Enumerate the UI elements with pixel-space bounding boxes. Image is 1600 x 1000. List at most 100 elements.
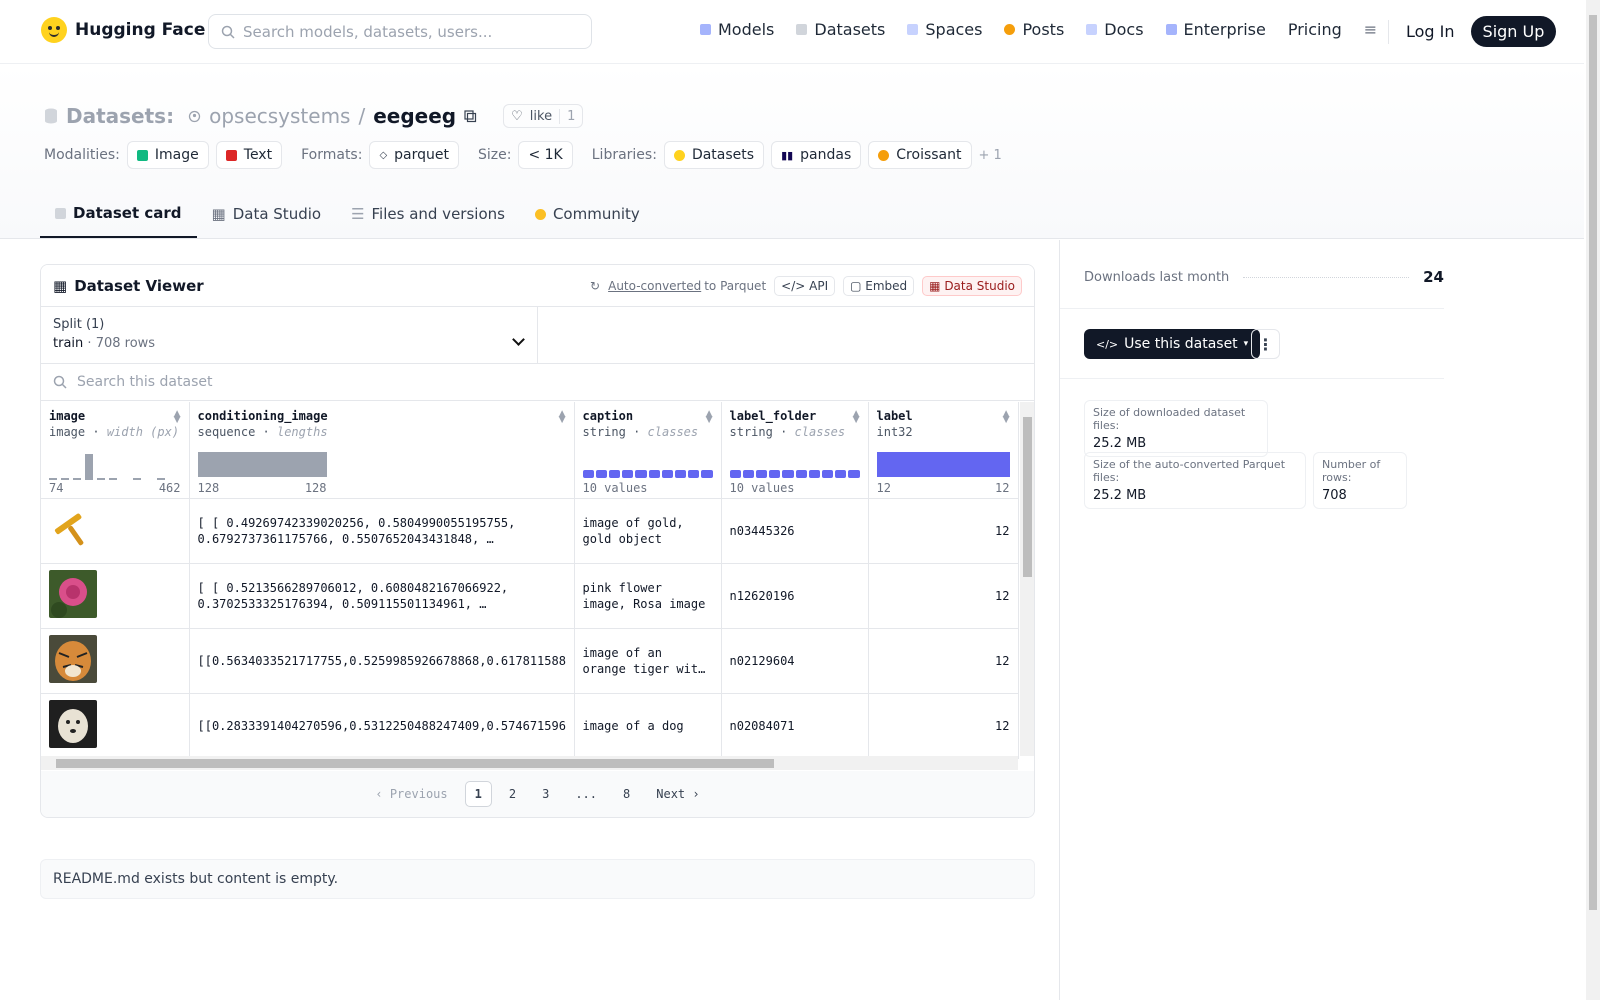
pandas-icon: ▮▮: [781, 148, 794, 162]
dog-thumbnail[interactable]: [49, 700, 97, 748]
class-distribution: [582, 469, 713, 478]
tiger-thumbnail[interactable]: [49, 635, 97, 683]
brand-name: Hugging Face: [75, 20, 206, 40]
formats-label: Formats:: [301, 147, 363, 163]
width-histogram: [49, 452, 165, 480]
conditioning-cell: [ [ 0.5213566289706012, 0.60804821670669…: [197, 580, 509, 611]
nav-enterprise[interactable]: Enterprise: [1165, 20, 1266, 39]
api-button[interactable]: </> API: [774, 275, 836, 296]
label-folder-cell: n02084071: [721, 693, 869, 759]
sort-icon[interactable]: ▲ ▼: [174, 410, 181, 425]
dataset-header: Datasets: opsecsystems / eegeeg ♡ like 1…: [0, 64, 1584, 239]
more-libraries[interactable]: + 1: [979, 148, 1002, 163]
razor-thumbnail[interactable]: [49, 505, 97, 553]
more-options-button[interactable]: ⋮: [1251, 329, 1280, 359]
tag-parquet[interactable]: ◇ parquet: [369, 141, 459, 169]
nav-datasets[interactable]: Datasets: [796, 20, 885, 39]
tab-community[interactable]: Community: [520, 190, 655, 238]
tag-pandas-lib[interactable]: ▮▮ pandas: [771, 141, 862, 169]
label-folder-cell: n02129604: [721, 628, 869, 694]
sort-icon[interactable]: ▲ ▼: [559, 410, 566, 425]
global-search-input[interactable]: Search models, datasets, users...: [208, 14, 592, 49]
tab-files-and-versions[interactable]: ☰ Files and versions: [336, 190, 520, 238]
tag-text[interactable]: Text: [215, 141, 283, 169]
rows-count-stat: Number of rows: 708: [1313, 452, 1407, 509]
search-placeholder: Search models, datasets, users...: [243, 22, 493, 41]
column-header-label-folder[interactable]: label_folder string · classes ▲ ▼ 10 valu…: [721, 402, 869, 499]
split-value: train · 708 rows: [53, 336, 156, 351]
previous-page-button[interactable]: ‹ Previous: [366, 782, 456, 806]
search-icon: [221, 25, 235, 39]
nav-models[interactable]: Models: [700, 20, 774, 39]
flower-thumbnail[interactable]: [49, 570, 97, 618]
nav-more-menu-icon[interactable]: ≡: [1364, 20, 1377, 39]
caption-cell: image of a dog: [582, 718, 684, 733]
like-button[interactable]: ♡ like 1: [503, 104, 584, 128]
dataset-tabs: Dataset card ▦ Data Studio ☰ Files and ver…: [40, 190, 655, 238]
page-2-button[interactable]: 2: [500, 782, 525, 806]
sort-icon[interactable]: ▲ ▼: [853, 410, 860, 425]
dataset-viewer: ▦ Dataset Viewer ↻ Auto-converted to Par…: [40, 264, 1035, 818]
table-vertical-scrollbar[interactable]: [1020, 402, 1034, 756]
use-this-dataset-button[interactable]: </> Use this dataset ▾: [1084, 329, 1261, 359]
sort-icon[interactable]: ▲ ▼: [706, 410, 713, 425]
next-page-button[interactable]: Next ›: [647, 782, 708, 806]
page-1-button[interactable]: 1: [464, 781, 492, 807]
database-icon: [45, 108, 57, 124]
column-header-caption[interactable]: caption string · classes ▲ ▼ 10 values: [574, 402, 722, 499]
parquet-size-stat: Size of the auto-converted Parquet files…: [1084, 452, 1306, 509]
table-row[interactable]: [ [ 0.5213566289706012, 0.60804821670669…: [41, 563, 1019, 629]
dataset-search-input[interactable]: Search this dataset: [41, 364, 1034, 401]
image-icon: [136, 149, 148, 161]
dataset-tags: Modalities: Image Text Formats: ◇ parquet…: [44, 141, 1002, 169]
table-horizontal-scrollbar[interactable]: [41, 756, 1018, 770]
column-header-conditioning-image[interactable]: conditioning_image sequence · lengths ▲ ▼…: [189, 402, 575, 499]
auto-converted-link[interactable]: Auto-converted: [608, 279, 701, 293]
page-scrollbar[interactable]: [1586, 0, 1600, 1000]
signup-button[interactable]: Sign Up: [1470, 16, 1557, 47]
table-row[interactable]: [[0.2833391404270596,0.5312250488247409,…: [41, 693, 1019, 759]
viewer-title: ▦ Dataset Viewer: [53, 276, 204, 295]
tag-croissant-lib[interactable]: Croissant: [868, 141, 972, 169]
breadcrumb-owner[interactable]: opsecsystems: [209, 104, 350, 128]
class-distribution: [729, 469, 860, 478]
table-row[interactable]: [ [ 0.49269742339020256, 0.5804990055195…: [41, 498, 1019, 564]
page-3-button[interactable]: 3: [533, 782, 558, 806]
tag-size[interactable]: < 1K: [518, 141, 573, 169]
datasets-icon: [796, 24, 808, 35]
top-navbar: Hugging Face Search models, datasets, us…: [0, 0, 1584, 64]
tab-dataset-card[interactable]: Dataset card: [40, 190, 197, 238]
split-selector-row: Split (1) train · 708 rows: [41, 307, 1034, 364]
table-icon: ▦: [211, 205, 226, 223]
heart-icon: ♡: [511, 108, 523, 124]
label-cell: 12: [868, 693, 1019, 759]
data-studio-button[interactable]: ▦ Data Studio: [922, 275, 1022, 296]
community-icon: [534, 208, 546, 220]
table-row[interactable]: [[0.5634033521717755,0.5259985926678868,…: [41, 628, 1019, 694]
to-parquet-text: to Parquet: [704, 278, 767, 293]
nav-posts[interactable]: Posts: [1004, 20, 1064, 39]
chevron-down-icon: ▾: [1243, 339, 1249, 349]
column-header-label[interactable]: label int32 ▲ ▼ 12 12: [868, 402, 1019, 499]
dataset-name[interactable]: eegeeg: [373, 104, 456, 128]
nav-docs[interactable]: Docs: [1086, 20, 1144, 39]
login-link[interactable]: Log In: [1406, 22, 1455, 41]
page-8-button[interactable]: 8: [614, 782, 639, 806]
conditioning-cell: [ [ 0.49269742339020256, 0.5804990055195…: [197, 515, 516, 546]
dotted-leader: [1243, 276, 1410, 278]
nav-pricing[interactable]: Pricing: [1288, 20, 1342, 39]
copy-icon[interactable]: [464, 109, 477, 123]
label-cell: 12: [868, 498, 1019, 564]
brand-logo[interactable]: Hugging Face: [41, 17, 205, 43]
sort-icon[interactable]: ▲ ▼: [1003, 410, 1010, 425]
tab-data-studio[interactable]: ▦ Data Studio: [197, 190, 337, 238]
breadcrumb-section[interactable]: Datasets:: [66, 104, 174, 128]
tag-image[interactable]: Image: [126, 141, 209, 169]
embed-button[interactable]: ▢ Embed: [843, 275, 915, 296]
split-selector[interactable]: Split (1) train · 708 rows: [41, 307, 538, 363]
like-label: like: [529, 108, 553, 124]
nav-spaces[interactable]: Spaces: [907, 20, 982, 39]
column-header-image[interactable]: image image · width (px) ▲ ▼ 74 462: [41, 402, 190, 499]
tag-datasets-lib[interactable]: Datasets: [663, 141, 765, 169]
breadcrumb-slash: /: [358, 104, 366, 128]
